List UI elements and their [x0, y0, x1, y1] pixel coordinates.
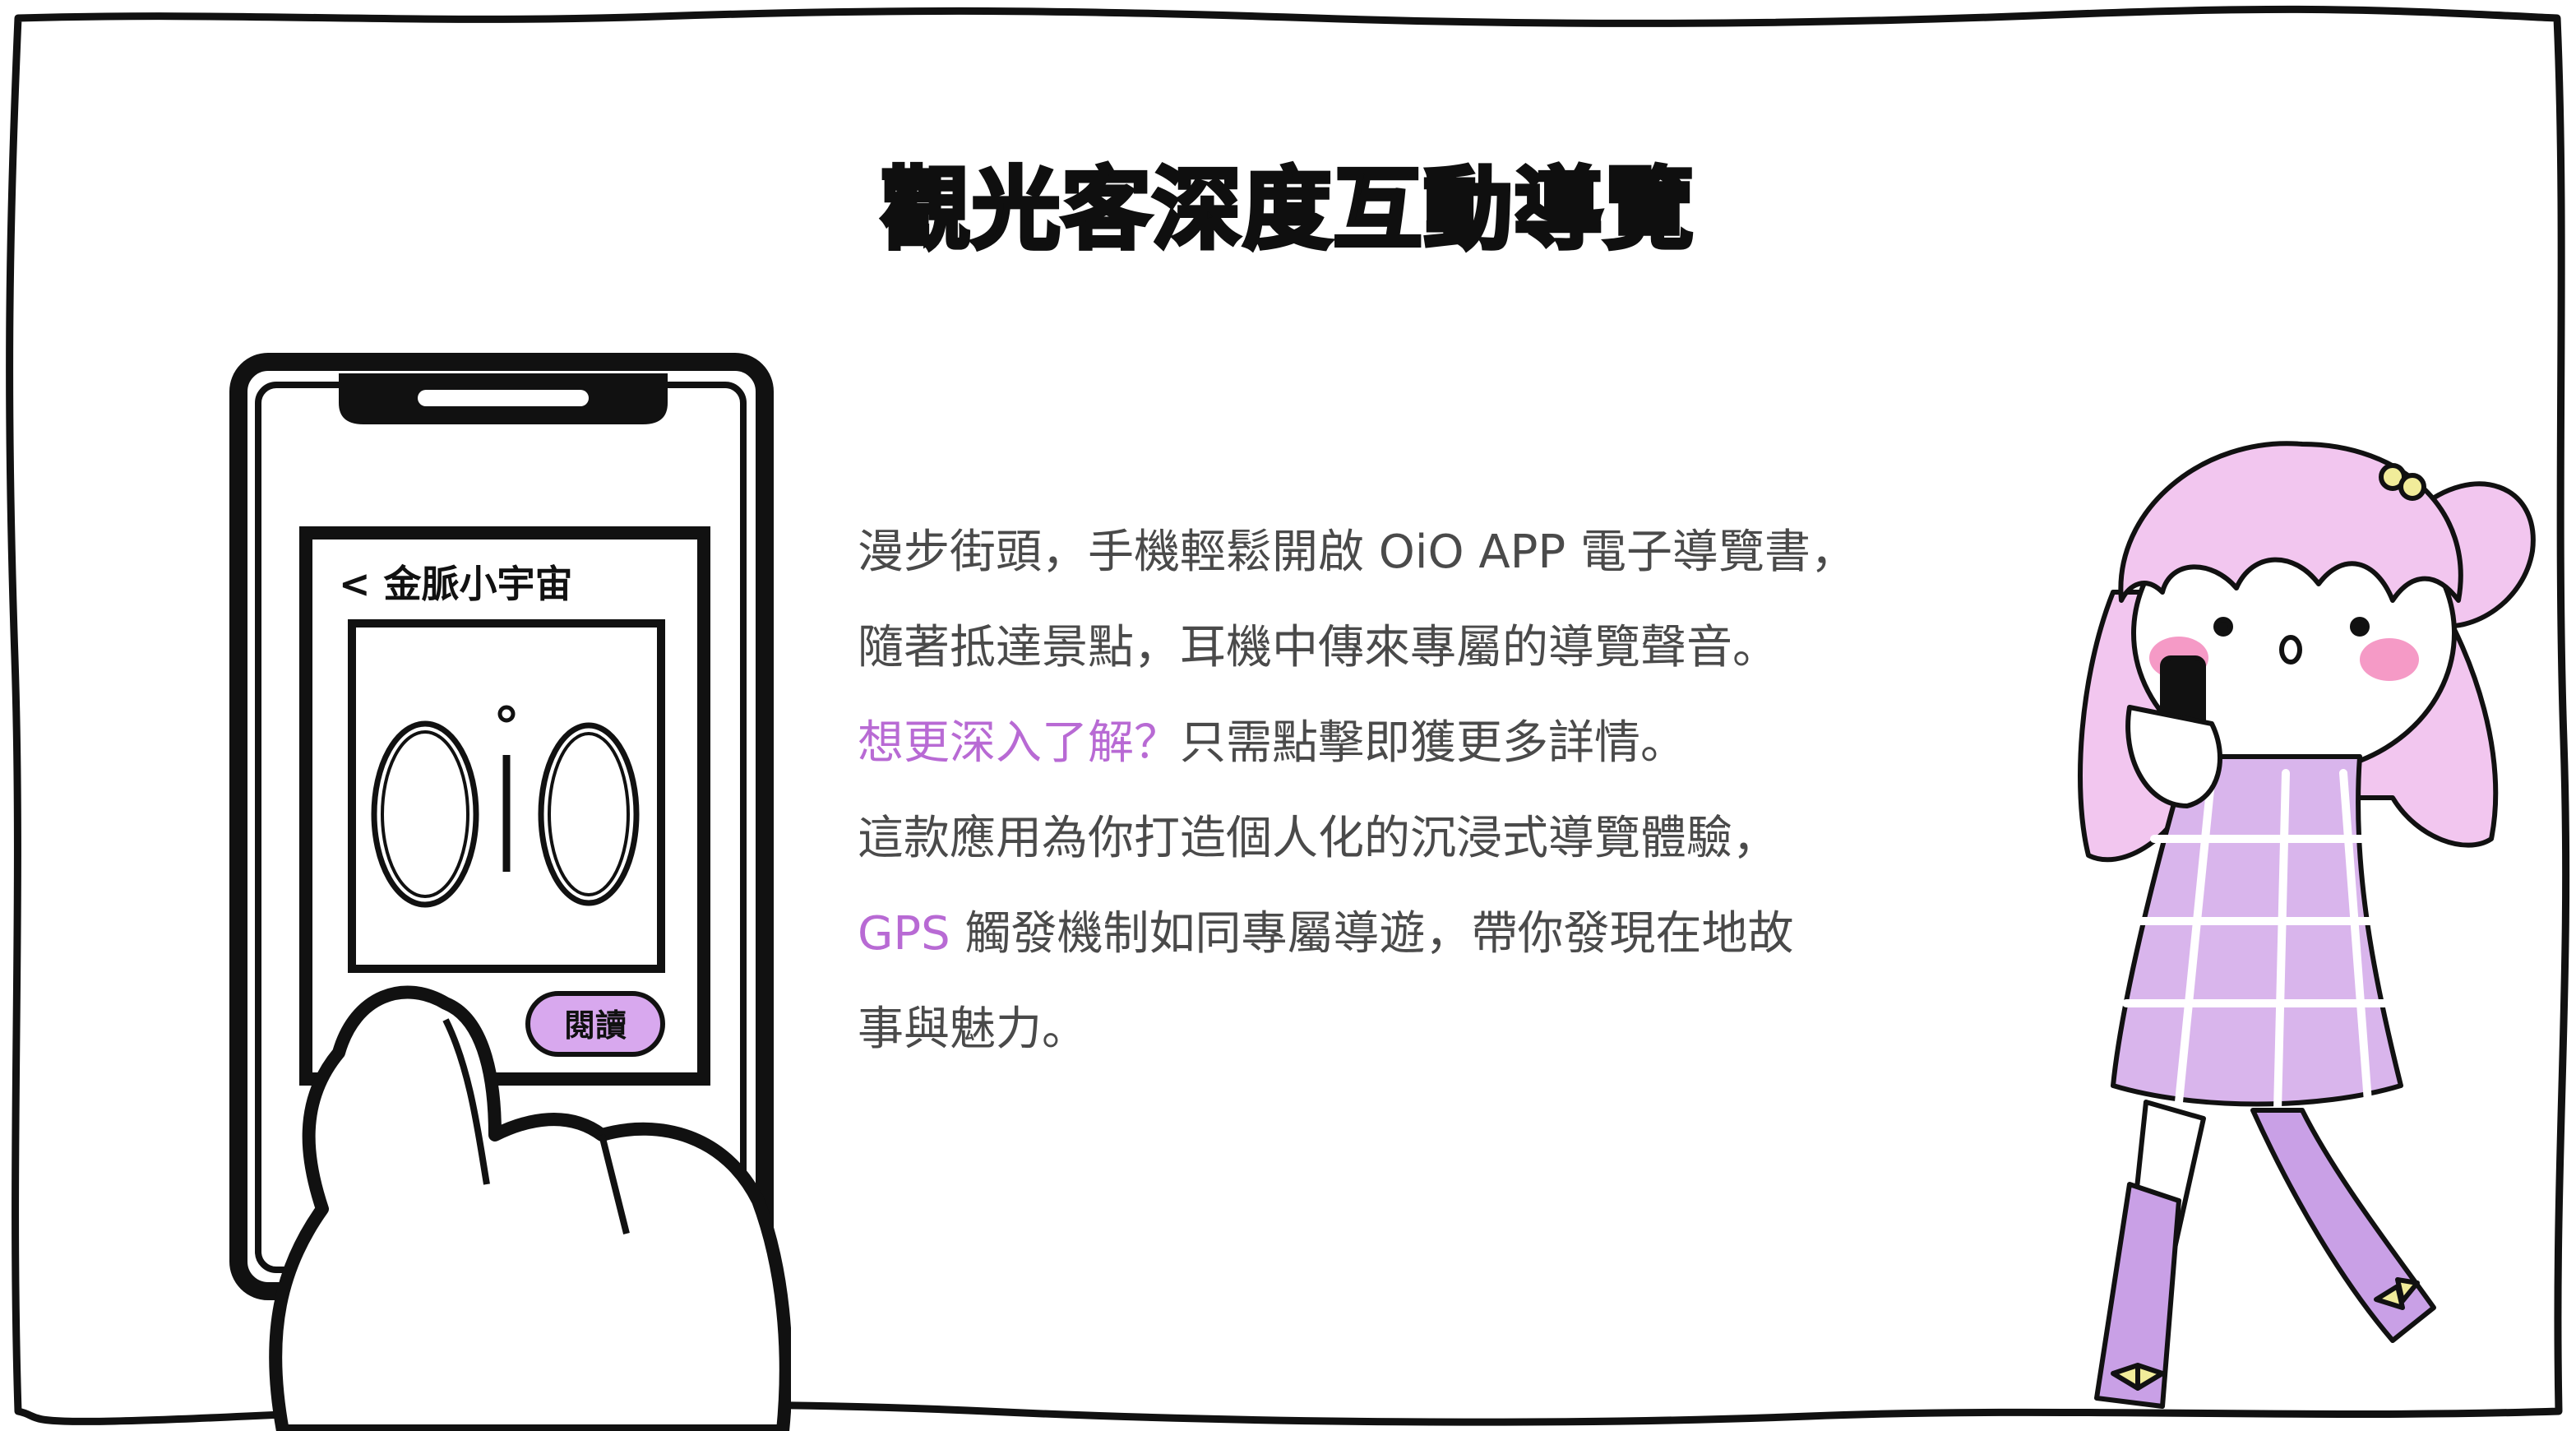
accent-phrase: GPS [858, 907, 950, 961]
phone-screen: < 金脈小宇宙 閱讀 [299, 526, 710, 1086]
accent-phrase: 想更深入了解？ [858, 716, 1180, 770]
description-fragment: 只需點擊即獲更多詳情。 [1180, 716, 1686, 770]
description-text: 漫步街頭，手機輕鬆開啟 OiO APP 電子導覽書， 隨著抵達景點，耳機中傳來專… [858, 505, 2025, 1077]
page-title: 觀光客深度互動導覽 [879, 157, 1695, 264]
description-line: GPS 觸發機制如同專屬導遊，帶你發現在地故 [858, 887, 2025, 982]
read-button[interactable]: 閱讀 [525, 991, 665, 1057]
description-line: 想更深入了解？只需點擊即獲更多詳情。 [858, 696, 2025, 791]
screen-header-label: < 金脈小宇宙 [339, 562, 573, 606]
description-line: 事與魅力。 [858, 1003, 1088, 1056]
girl-character [2078, 441, 2536, 1409]
description-line: 隨著抵達景點，耳機中傳來專屬的導覽聲音。 [858, 621, 1778, 674]
description-fragment: 觸發機制如同專屬導遊，帶你發現在地故 [950, 907, 1794, 961]
phone-illustration: < 金脈小宇宙 閱讀 [229, 353, 791, 1431]
read-button-label: 閱讀 [564, 1007, 627, 1044]
description-line: 漫步街頭，手機輕鬆開啟 OiO APP 電子導覽書， [858, 526, 1857, 579]
description-line: 這款應用為你打造個人化的沉浸式導覽體驗， [858, 812, 1778, 865]
